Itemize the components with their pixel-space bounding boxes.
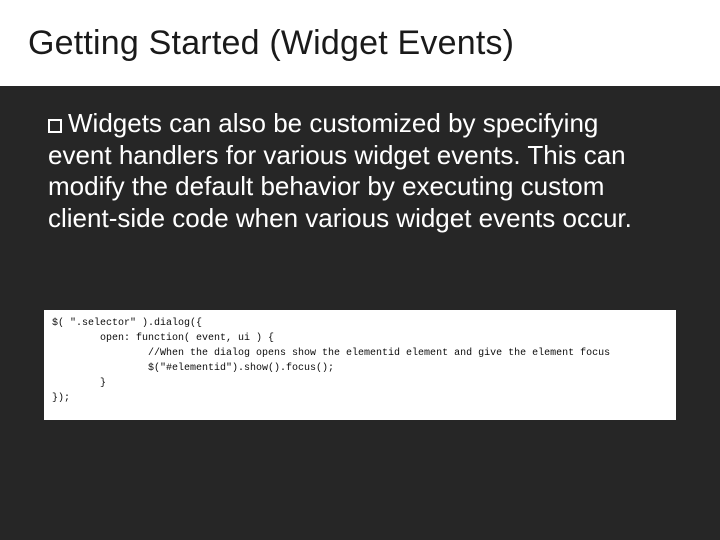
title-band: Getting Started (Widget Events): [0, 0, 720, 86]
bullet-square-icon: [48, 119, 62, 133]
body-lead: Widgets: [68, 108, 162, 138]
slide-title: Getting Started (Widget Events): [28, 24, 514, 63]
slide: Getting Started (Widget Events) Widgets …: [0, 0, 720, 540]
code-snippet: $( ".selector" ).dialog({ open: function…: [44, 310, 676, 420]
slide-body: Widgets can also be customized by specif…: [48, 108, 660, 235]
